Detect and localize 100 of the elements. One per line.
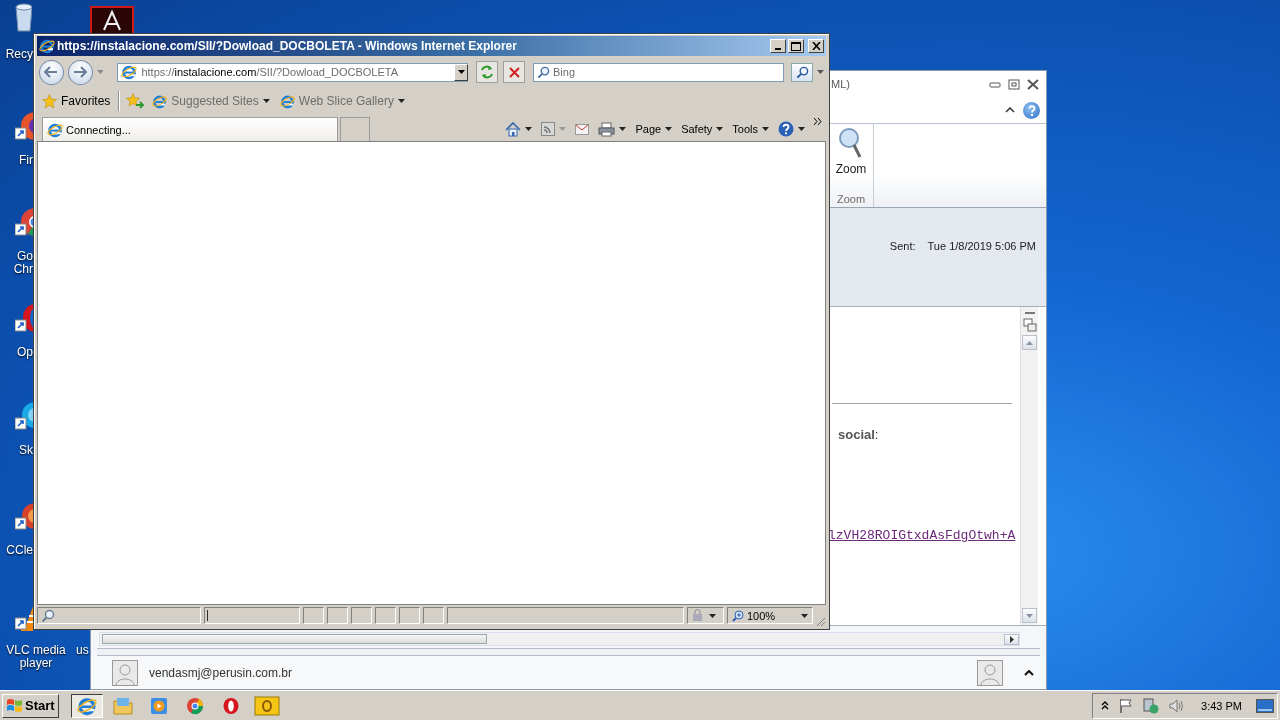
command-menu[interactable]: Safety — [681, 123, 724, 135]
taskbar-app-button[interactable] — [70, 693, 103, 718]
desktop-icon-label: Op — [16, 346, 33, 359]
show-hidden-icons-icon[interactable] — [1101, 701, 1110, 710]
caret-icon[interactable] — [619, 127, 627, 131]
horizontal-scrollbar[interactable] — [99, 632, 1020, 646]
search-button[interactable] — [791, 62, 814, 82]
caret-icon[interactable] — [397, 99, 405, 103]
link[interactable]: lzVH28ROIGtxdAsFdgOtwh+A — [828, 528, 1020, 543]
command-menu[interactable]: Page — [635, 123, 673, 135]
ie-icon — [152, 93, 168, 109]
expand-pane-icon[interactable] — [1024, 670, 1034, 676]
resize-grip-icon[interactable] — [816, 617, 826, 627]
arrow-down-icon — [1026, 613, 1033, 618]
favorites-bar-item[interactable]: Suggested Sites — [150, 93, 272, 109]
feed-icon — [541, 122, 556, 136]
security-status[interactable] — [687, 607, 724, 624]
home-icon — [505, 121, 522, 137]
arrow-up-icon — [1026, 340, 1033, 345]
collapse-ribbon-icon[interactable] — [1005, 107, 1015, 113]
scroll-thumb[interactable] — [102, 634, 487, 644]
scroll-up-button[interactable] — [1022, 335, 1037, 350]
status-pane — [375, 607, 396, 624]
zoom-button[interactable]: Zoom — [835, 127, 867, 176]
desktop-icon-label: Go Chr — [12, 250, 33, 276]
ie-icon — [39, 38, 55, 54]
feeds-button[interactable] — [541, 122, 567, 136]
scroll-down-button[interactable] — [1022, 608, 1037, 623]
favorites-button[interactable]: Favorites — [40, 93, 113, 109]
windows-logo-icon — [6, 698, 23, 713]
stop-button[interactable] — [503, 61, 526, 83]
envelope-icon — [575, 123, 590, 135]
close-button[interactable] — [1026, 77, 1040, 91]
ie-icon — [121, 64, 138, 80]
restore-button[interactable] — [1007, 77, 1021, 91]
favorites-bar-item[interactable]: Web Slice Gallery — [277, 93, 407, 109]
back-button[interactable] — [39, 59, 64, 85]
caret-icon[interactable] — [716, 127, 724, 131]
refresh-button[interactable] — [476, 61, 499, 83]
caret-icon[interactable] — [801, 613, 808, 618]
search-icon — [795, 65, 809, 79]
ribbon-group-label: Zoom — [836, 193, 866, 205]
folder-icon — [112, 696, 133, 715]
vertical-scrollbar[interactable] — [1020, 307, 1038, 625]
caret-icon[interactable] — [798, 127, 805, 131]
document-icon[interactable] — [90, 6, 134, 36]
question-mark-icon — [1027, 104, 1036, 116]
minimize-icon — [989, 80, 1001, 88]
status-pane — [423, 607, 444, 624]
tab-title: Connecting... — [66, 123, 131, 136]
maximize-icon — [791, 41, 801, 51]
back-arrow-icon — [44, 66, 59, 78]
search-icon — [537, 65, 551, 79]
help-button[interactable] — [778, 121, 805, 137]
caret-icon[interactable] — [525, 127, 533, 131]
command-menu[interactable]: Tools — [732, 123, 769, 135]
opera-icon — [221, 696, 240, 715]
maximize-button[interactable] — [788, 39, 804, 53]
status-pane — [399, 607, 420, 624]
chevron-icon[interactable] — [814, 118, 822, 125]
minimize-button[interactable] — [770, 39, 786, 53]
stop-icon — [508, 66, 520, 78]
start-button[interactable]: Start — [2, 693, 59, 718]
desktop-icon-label: Fir — [18, 154, 33, 167]
home-button[interactable] — [505, 121, 533, 137]
window-icon[interactable] — [1022, 318, 1037, 332]
show-desktop-icon[interactable] — [1256, 698, 1274, 713]
speaker-icon[interactable] — [1169, 698, 1186, 713]
mail-button[interactable] — [575, 123, 590, 135]
caret-icon[interactable] — [262, 99, 270, 103]
help-icon — [778, 121, 794, 137]
status-pane — [303, 607, 324, 624]
close-icon — [1027, 78, 1039, 90]
body-text: social: — [838, 427, 880, 442]
scroll-right-button[interactable] — [1004, 633, 1019, 645]
recycle-bin-icon[interactable] — [14, 2, 32, 32]
print-button[interactable] — [598, 121, 627, 137]
zoom-icon — [732, 609, 744, 622]
caret-icon[interactable] — [665, 127, 673, 131]
flag-icon[interactable] — [1119, 698, 1134, 713]
address-field[interactable]: https://instalacione.com/SII/?Dowload_DOCBOLETA — [117, 62, 468, 82]
search-icon — [41, 608, 55, 623]
forward-arrow-icon — [73, 66, 88, 78]
status-pane — [327, 607, 348, 624]
magnifier-icon — [838, 127, 864, 159]
zoom-control[interactable]: 100% — [727, 607, 813, 624]
restore-icon — [1008, 78, 1020, 90]
caret-icon[interactable] — [457, 70, 465, 74]
ie-icon — [279, 93, 295, 109]
browser-tab[interactable]: Connecting... — [42, 117, 338, 141]
close-icon — [811, 42, 821, 50]
outlook-icon — [253, 695, 280, 716]
desktop-icon-label: VLC media player — [5, 644, 67, 670]
media-player-icon — [149, 696, 168, 715]
caret-icon[interactable] — [709, 613, 716, 618]
search-field[interactable]: Bing — [533, 62, 785, 82]
forward-button[interactable] — [67, 59, 93, 85]
desktop-icon-label: Sk — [18, 444, 33, 457]
sent-label: Sent: — [889, 240, 916, 252]
caret-icon[interactable] — [762, 127, 769, 131]
